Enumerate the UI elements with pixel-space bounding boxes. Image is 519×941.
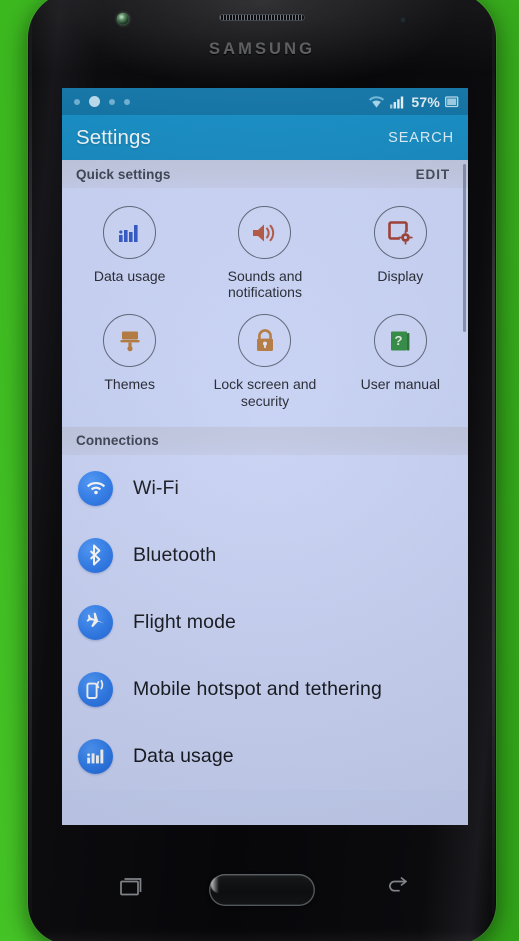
data-usage-icon: [118, 224, 138, 242]
quick-setting-display[interactable]: Display: [333, 202, 468, 310]
scene-backdrop: SAMSUNG 57% Settings SEARCH Quick settin…: [0, 0, 519, 941]
quick-setting-themes[interactable]: Themes: [62, 310, 197, 418]
quick-setting-label: Sounds and notifications: [227, 268, 303, 301]
user-manual-book-icon: ?: [391, 331, 410, 351]
svg-text:?: ?: [395, 333, 403, 348]
back-key[interactable]: [382, 875, 412, 899]
notification-dot-active: [89, 96, 100, 107]
proximity-sensor-icon: [399, 17, 408, 24]
quick-setting-label: User manual: [360, 376, 440, 393]
list-item-label: Bluetooth: [133, 543, 217, 566]
notification-dots: [69, 96, 130, 107]
quick-icon-frame: [238, 314, 292, 368]
quick-settings-title: Quick settings: [76, 166, 171, 182]
lock-icon: [256, 329, 273, 351]
earpiece-mesh: [220, 15, 304, 20]
quick-setting-label: Themes: [104, 376, 155, 393]
battery-icon: [445, 96, 459, 108]
quick-icon-frame: [103, 314, 157, 368]
list-item-data-usage[interactable]: Data usage: [62, 723, 468, 790]
quick-setting-label: Lock screen and security: [213, 376, 317, 409]
search-button[interactable]: SEARCH: [388, 130, 454, 146]
quick-setting-label: Data usage: [93, 268, 166, 284]
earpiece-speaker-icon: [219, 14, 305, 21]
list-item-label: Flight mode: [133, 610, 236, 633]
list-item-label: Mobile hotspot and tethering: [133, 677, 382, 700]
notification-dot: [109, 98, 115, 105]
quick-icon-frame: [373, 206, 427, 259]
data-usage-bars-icon: [86, 750, 103, 764]
connections-header: Connections: [62, 426, 468, 455]
app-bar: Settings SEARCH: [62, 115, 468, 160]
list-item-label: Wi-Fi: [133, 476, 179, 499]
page-title: Settings: [76, 125, 151, 149]
wifi-icon: [86, 482, 105, 495]
signal-bars-icon: [390, 96, 404, 108]
quick-setting-label: Display: [377, 268, 424, 284]
quick-settings-header: Quick settings EDIT: [62, 160, 468, 188]
wifi-icon: [369, 95, 385, 108]
phone-device: SAMSUNG 57% Settings SEARCH Quick settin…: [28, 0, 496, 941]
row-icon-frame: [78, 537, 113, 573]
connections-list: Wi-Fi Bluetooth Flight mode Mobile hotsp…: [62, 454, 468, 790]
row-icon-frame: [78, 470, 113, 506]
row-icon-frame: [78, 671, 113, 707]
front-camera-icon: [117, 13, 129, 25]
display-settings-icon: [388, 220, 413, 244]
quick-icon-frame: [238, 206, 292, 259]
recents-key[interactable]: [114, 875, 144, 899]
phone-chin: [28, 930, 496, 941]
list-item-flight-mode[interactable]: Flight mode: [62, 589, 468, 656]
scrollbar[interactable]: [462, 160, 466, 825]
bluetooth-icon: [90, 544, 101, 566]
edit-button[interactable]: EDIT: [416, 167, 450, 182]
quick-setting-lock-screen-and-security[interactable]: Lock screen and security: [197, 310, 332, 418]
phone-rim-right: [492, 22, 495, 914]
list-item-bluetooth[interactable]: Bluetooth: [62, 522, 468, 589]
row-icon-frame: [78, 738, 113, 774]
quick-setting-data-usage[interactable]: Data usage: [62, 202, 197, 310]
notification-dot: [124, 98, 130, 105]
battery-percentage: 57%: [411, 93, 440, 110]
phone-rim-left: [29, 22, 32, 914]
status-indicators: 57%: [368, 94, 459, 110]
row-icon-frame: [78, 604, 113, 640]
phone-screen: 57% Settings SEARCH Quick settings EDIT: [62, 88, 468, 825]
mobile-hotspot-icon: [86, 679, 104, 699]
list-item-label: Data usage: [133, 744, 234, 767]
quick-icon-frame: [103, 206, 157, 259]
notification-dot: [74, 98, 80, 105]
connections-title: Connections: [76, 433, 159, 449]
themes-brush-icon: [120, 331, 140, 352]
scrollbar-thumb[interactable]: [463, 164, 466, 332]
list-item-mobile-hotspot-and-tethering[interactable]: Mobile hotspot and tethering: [62, 656, 468, 723]
settings-content: Quick settings EDIT Data usage Sounds an…: [62, 160, 468, 825]
samsung-logo: SAMSUNG: [208, 40, 316, 58]
quick-settings-grid: Data usage Sounds and notifications Disp…: [62, 188, 468, 427]
list-item-wifi[interactable]: Wi-Fi: [62, 455, 468, 522]
status-bar: 57%: [62, 88, 468, 115]
home-button[interactable]: [209, 874, 315, 906]
sound-volume-icon: [253, 224, 275, 241]
quick-icon-frame: ?: [373, 314, 427, 368]
quick-setting-user-manual[interactable]: ? User manual: [333, 310, 468, 418]
quick-setting-sounds-and-notifications[interactable]: Sounds and notifications: [197, 202, 332, 310]
airplane-icon: [86, 612, 105, 627]
